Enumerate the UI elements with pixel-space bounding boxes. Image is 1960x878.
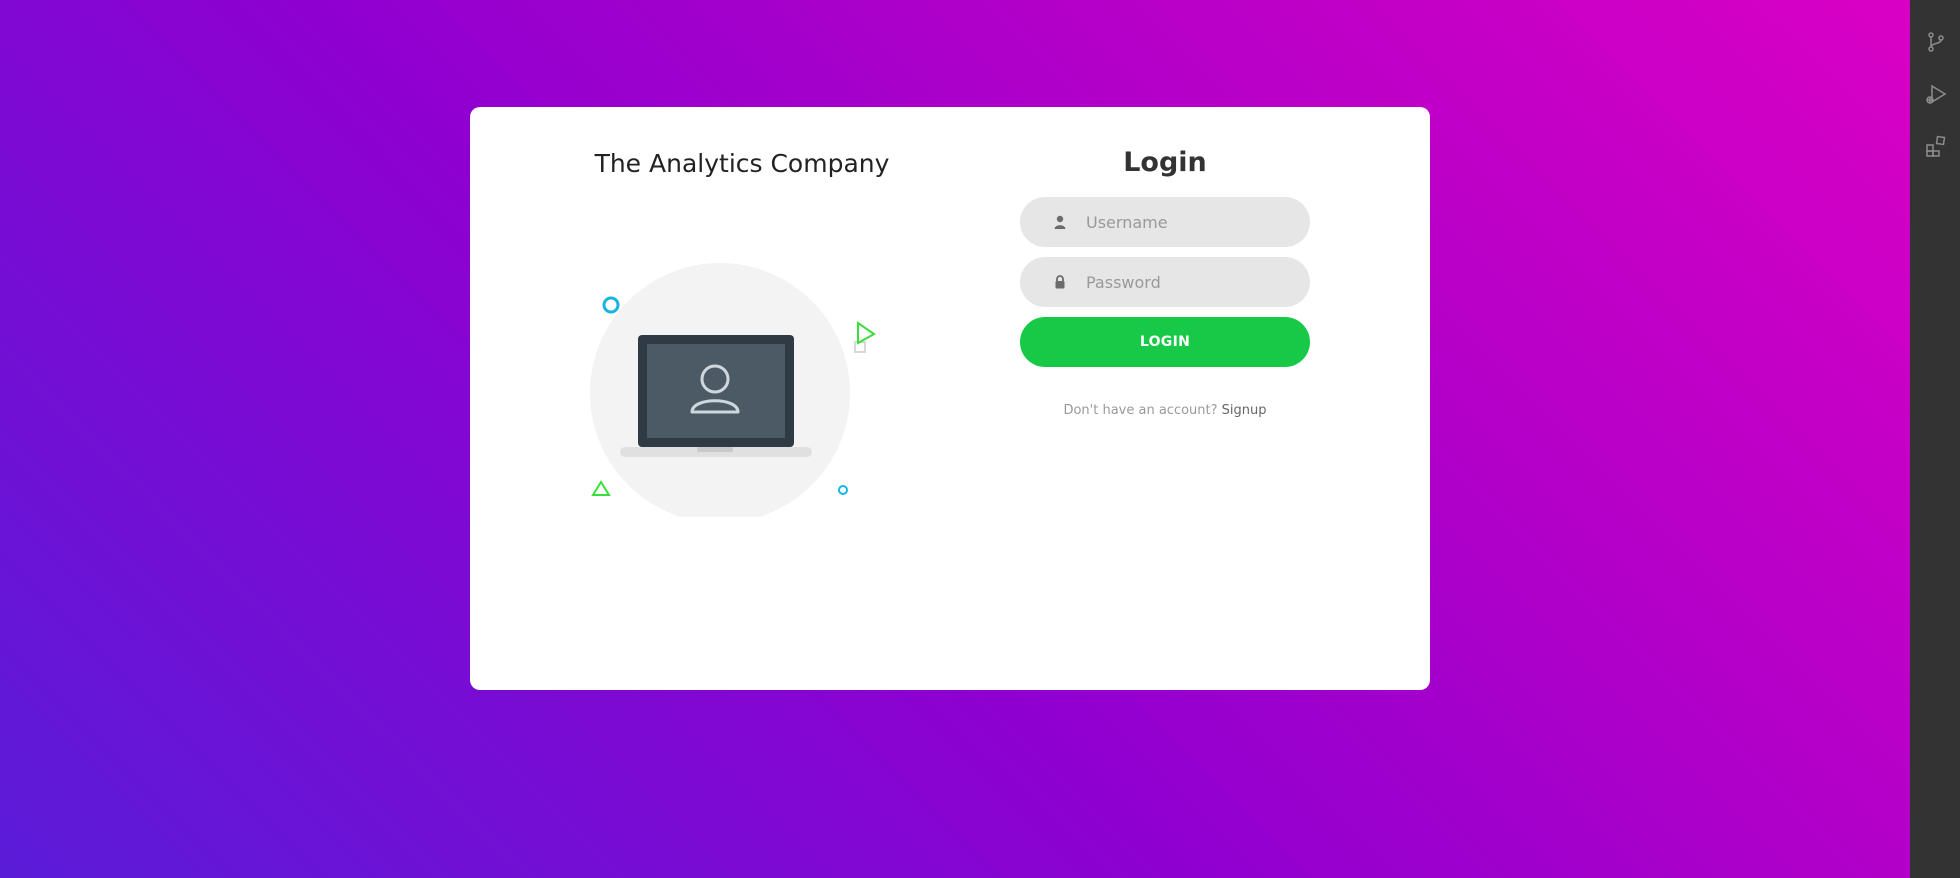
signup-row: Don't have an account? Signup xyxy=(1020,403,1310,418)
extensions-icon[interactable] xyxy=(1924,134,1948,158)
lock-icon xyxy=(1052,274,1068,290)
username-input[interactable] xyxy=(1086,197,1296,247)
source-control-icon[interactable] xyxy=(1924,30,1948,54)
login-title: Login xyxy=(1123,147,1207,178)
user-icon xyxy=(1052,214,1068,230)
login-card: The Analytics Company Login Username LOG… xyxy=(470,107,1430,690)
username-field-wrapper xyxy=(1020,197,1310,247)
editor-activity-bar xyxy=(1910,0,1960,878)
laptop-user-illustration xyxy=(585,227,905,517)
run-debug-icon[interactable] xyxy=(1924,82,1948,106)
signup-link[interactable]: Signup xyxy=(1222,403,1267,418)
login-button[interactable]: LOGIN xyxy=(1020,317,1310,367)
password-input[interactable] xyxy=(1086,257,1296,307)
brand-title: The Analytics Company xyxy=(594,149,890,178)
signup-prompt: Don't have an account? xyxy=(1063,403,1218,418)
page-background: The Analytics Company Login Username LOG… xyxy=(0,0,1960,878)
password-field-wrapper xyxy=(1020,257,1310,307)
